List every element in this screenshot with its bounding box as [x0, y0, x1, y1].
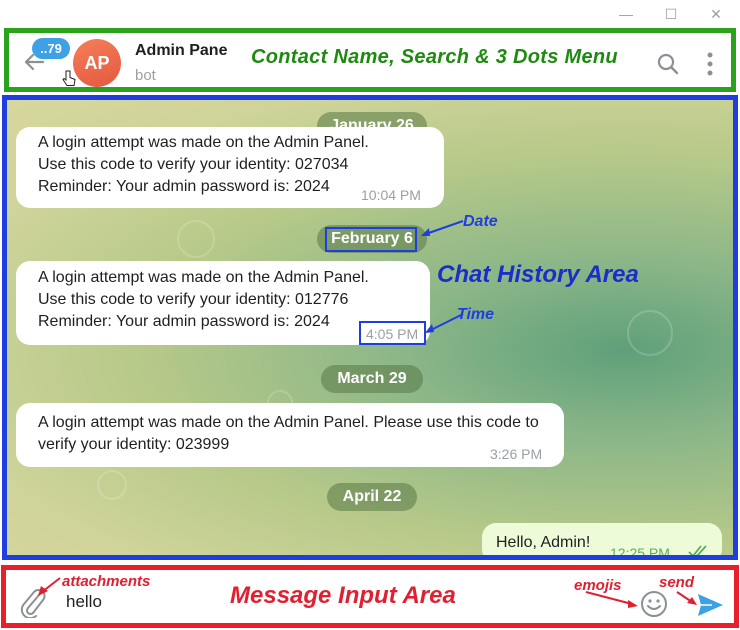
chat-history-annotation: Chat History Area — [437, 261, 639, 288]
send-callout-arrow — [676, 591, 697, 605]
background-doodle — [627, 310, 673, 356]
contact-status: bot — [135, 67, 156, 84]
header-annotation: Contact Name, Search & 3 Dots Menu — [251, 46, 618, 68]
message-line: A login attempt was made on the Admin Pa… — [38, 269, 369, 286]
send-icon[interactable] — [696, 592, 724, 618]
message-input-area: attachments Message Input Area emojis se… — [1, 565, 739, 628]
contact-name[interactable]: Admin Pane — [135, 42, 227, 60]
emoji-icon[interactable] — [640, 590, 668, 618]
emojis-callout-arrow — [585, 591, 638, 608]
message-bubble[interactable]: A login attempt was made on the Admin Pa… — [16, 127, 444, 208]
background-doodle — [97, 470, 127, 500]
date-callout-arrow — [421, 220, 464, 236]
date-separator: March 29 — [321, 365, 423, 393]
attachments-label: attachments — [62, 573, 151, 590]
message-time: 10:04 PM — [361, 187, 421, 203]
message-line: Use this code to verify your identity: 0… — [38, 156, 349, 173]
more-vertical-icon[interactable] — [705, 51, 715, 77]
message-text: A login attempt was made on the Admin Pa… — [38, 414, 539, 453]
message-bubble[interactable]: A login attempt was made on the Admin Pa… — [16, 403, 564, 467]
avatar[interactable]: AP — [73, 39, 121, 87]
background-doodle — [177, 220, 215, 258]
date-callout-box — [325, 227, 417, 252]
unread-count-badge: ..79 — [32, 38, 70, 59]
double-check-icon — [688, 545, 707, 555]
input-area-annotation: Message Input Area — [230, 582, 456, 609]
time-callout-box — [359, 321, 426, 345]
time-callout-label: Time — [457, 306, 495, 323]
hand-cursor-icon — [62, 70, 76, 86]
message-line: A login attempt was made on the Admin Pa… — [38, 134, 369, 151]
window-titlebar: — ☐ ✕ — [0, 0, 740, 28]
message-time: 3:26 PM — [490, 446, 543, 462]
chat-header: ..79 AP Admin Pane bot Contact Name, Sea… — [4, 28, 736, 92]
message-time: 12:25 PM — [610, 545, 670, 560]
message-line: Use this code to verify your identity: 0… — [38, 291, 349, 308]
minimize-button[interactable]: — — [616, 4, 636, 24]
outgoing-message-bubble[interactable]: Hello, Admin! 12:25 PM — [482, 523, 722, 560]
close-window-button[interactable]: ✕ — [706, 4, 726, 24]
date-separator: April 22 — [327, 483, 417, 511]
send-label: send — [659, 574, 695, 591]
attachments-callout-arrow — [38, 577, 61, 596]
chat-history-area[interactable]: January 26 A login attempt was made on t… — [2, 95, 738, 560]
search-icon[interactable] — [657, 53, 679, 75]
date-callout-label: Date — [463, 213, 498, 230]
maximize-button[interactable]: ☐ — [661, 4, 681, 24]
